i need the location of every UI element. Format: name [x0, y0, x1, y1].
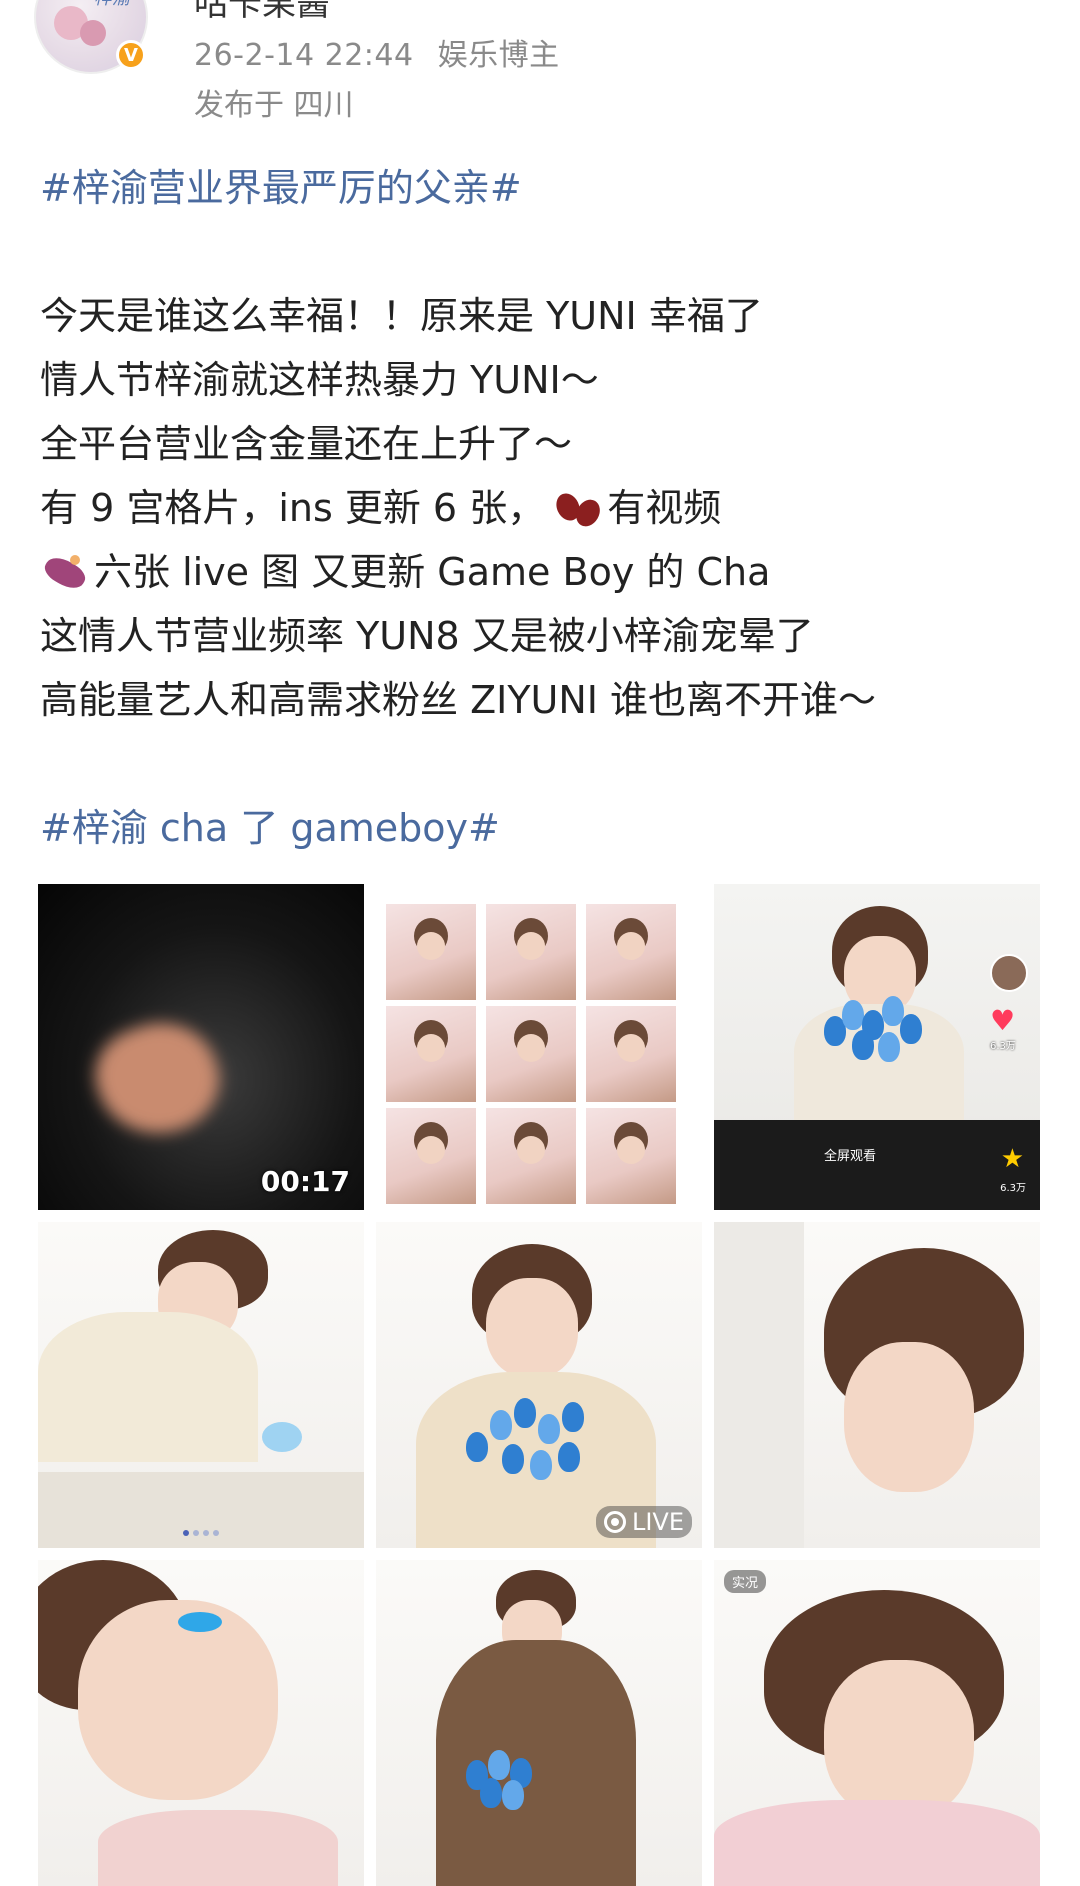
- image-grid: 00:17 ♥ 6.3万 全屏观看 ★ 6.3万 LIVE 实况: [38, 884, 1042, 1886]
- collage-photo: [486, 1108, 576, 1204]
- post-line: 今天是谁这么幸福！！原来是 YUNI 幸福了: [40, 294, 763, 338]
- tulip-bouquet: [466, 1392, 606, 1502]
- image-collage[interactable]: [376, 884, 702, 1210]
- post-body: #梓渝营业界最严厉的父亲# 今天是谁这么幸福！！原来是 YUNI 幸福了 情人节…: [40, 156, 1050, 860]
- creator-avatar[interactable]: [990, 954, 1028, 992]
- tulip-bouquet: [466, 1750, 566, 1830]
- post-line: 六张 live 图 又更新 Game Boy 的 Cha: [40, 540, 1050, 604]
- post-line: 高能量艺人和高需求粉丝 ZIYUNI 谁也离不开谁～: [40, 678, 877, 722]
- collage-photo: [586, 1108, 676, 1204]
- verified-badge-icon: V: [116, 40, 146, 70]
- collage-photo: [386, 1108, 476, 1204]
- collage-photo: [486, 1006, 576, 1102]
- carousel-dots: [183, 1530, 219, 1536]
- live-icon: [603, 1511, 626, 1533]
- fullscreen-button[interactable]: 全屏观看: [824, 1145, 876, 1164]
- post-meta: 26-2-14 22:44 娱乐博主: [194, 30, 574, 74]
- avatar-flower: [80, 20, 106, 46]
- post-line: 全平台营业含金量还在上升了～: [40, 422, 573, 466]
- collage-photo: [586, 904, 676, 1000]
- post-line: 这情人节营业频率 YUN8 又是被小梓渝宠晕了: [40, 614, 814, 658]
- player-bar: [714, 1120, 1040, 1210]
- avatar-signature: 梓渝: [94, 0, 130, 10]
- live-photo[interactable]: LIVE: [376, 1222, 702, 1548]
- photo-lying[interactable]: 实况: [714, 1560, 1040, 1886]
- bean-emoji-icon: [552, 489, 605, 531]
- post-date: 26-2-14 22:44: [194, 38, 414, 73]
- heart-icon[interactable]: ♥: [990, 1004, 1030, 1037]
- collage-photo: [386, 1006, 476, 1102]
- video-thumbnail[interactable]: 00:17: [38, 884, 364, 1210]
- tulip-bouquet: [824, 996, 924, 1076]
- video-duration: 00:17: [260, 1165, 350, 1198]
- photo-dropper[interactable]: [38, 1222, 364, 1548]
- live-chip: 实况: [724, 1570, 767, 1593]
- star-icon[interactable]: ★: [1001, 1144, 1024, 1174]
- live-badge: LIVE: [595, 1506, 692, 1538]
- star-count: 6.3万: [1000, 1183, 1026, 1194]
- post-line: 情人节梓渝就这样热暴力 YUNI～: [40, 358, 599, 402]
- post-location: 发布于 四川: [194, 88, 354, 123]
- photo-profile[interactable]: [714, 1222, 1040, 1548]
- author-role: 娱乐博主: [437, 38, 560, 73]
- sweet-potato-emoji-icon: [40, 552, 90, 594]
- collage-photo: [586, 1006, 676, 1102]
- side-actions: ♥ 6.3万: [990, 954, 1030, 1052]
- collage-photo: [486, 904, 576, 1000]
- collage-photo: [386, 904, 476, 1000]
- app-screenshot-photo[interactable]: ♥ 6.3万 全屏观看 ★ 6.3万: [714, 884, 1040, 1210]
- like-count: 6.3万: [990, 1041, 1016, 1052]
- post-line: 有 9 宫格片，ins 更新 6 张， 有视频: [40, 486, 722, 531]
- photo-bouquet[interactable]: [376, 1560, 702, 1886]
- username[interactable]: 咕卡果酱: [194, 0, 330, 25]
- hashtag-link[interactable]: #梓渝 cha 了 gameboy#: [40, 796, 1050, 860]
- hashtag-link[interactable]: #梓渝营业界最严厉的父亲#: [40, 156, 1050, 220]
- photo-closeup[interactable]: [38, 1560, 364, 1886]
